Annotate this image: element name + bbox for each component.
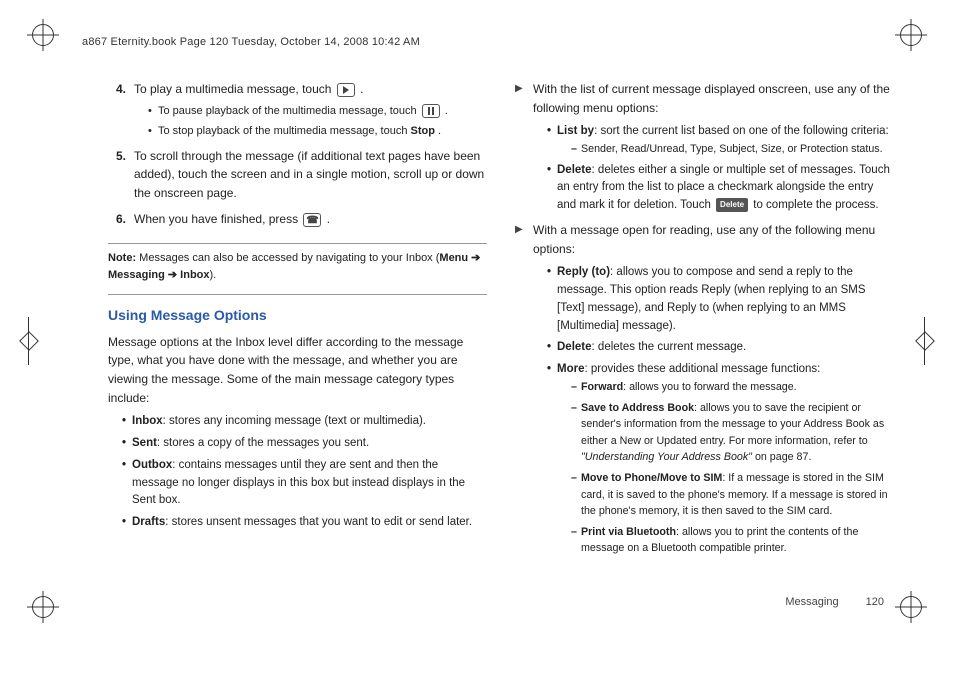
registration-mark-icon [32,596,54,618]
footer-section: Messaging [785,596,838,608]
procedure-intro: With a message open for reading, use any… [533,221,894,258]
step-number: 6. [108,210,134,233]
list-item: Delete: deletes the current message. [547,339,894,357]
content-columns: 4. To play a multimedia message, touch .… [108,80,894,612]
registration-mark-icon [900,24,922,46]
page-footer: Messaging 120 [785,596,884,608]
step-4: 4. To play a multimedia message, touch .… [108,80,487,143]
step-number: 4. [108,80,134,143]
registration-mark-icon [32,24,54,46]
procedure-block: With the list of current message display… [515,80,894,215]
step-6: 6. When you have finished, press . [108,210,487,233]
registration-mark-icon [900,596,922,618]
page: a867 Eternity.book Page 120 Tuesday, Oct… [0,0,954,682]
list-item: Sent: stores a copy of the messages you … [122,435,487,453]
list-item: Reply (to): allows you to compose and se… [547,264,894,335]
section-intro: Message options at the Inbox level diffe… [108,333,487,407]
step-sub: To stop playback of the multimedia messa… [148,123,448,140]
step-sub: To pause playback of the multimedia mess… [148,103,448,120]
step-text: When you have finished, press . [134,210,330,229]
section-heading: Using Message Options [108,305,487,327]
step-5: 5. To scroll through the message (if add… [108,147,487,207]
delete-button-icon: Delete [716,198,748,212]
play-icon [337,83,355,97]
list-item: Delete: deletes either a single or multi… [547,162,894,215]
list-item: Drafts: stores unsent messages that you … [122,514,487,532]
page-header-meta: a867 Eternity.book Page 120 Tuesday, Oct… [82,36,420,48]
step-text: To play a multimedia message, touch . [134,80,448,99]
list-item: More: provides these additional message … [547,361,894,557]
list-item: Inbox: stores any incoming message (text… [122,413,487,431]
list-subitem: Move to Phone/Move to SIM: If a message … [571,470,894,520]
crop-guide-icon [22,317,36,365]
list-item: List by: sort the current list based on … [547,123,894,157]
left-column: 4. To play a multimedia message, touch .… [108,80,487,612]
procedure-intro: With the list of current message display… [533,80,894,117]
divider [108,243,487,244]
pause-icon [422,104,440,118]
note: Note: Messages can also be accessed by n… [108,250,487,284]
step-text: To scroll through the message (if additi… [134,147,487,203]
crop-guide-icon [918,317,932,365]
end-call-icon [303,213,321,227]
note-label: Note: [108,252,136,264]
procedure-block: With a message open for reading, use any… [515,221,894,557]
right-column: With the list of current message display… [515,80,894,612]
list-subitem: Print via Bluetooth: allows you to print… [571,524,894,557]
list-subitem: Forward: allows you to forward the messa… [571,379,894,396]
list-item: Outbox: contains messages until they are… [122,457,487,510]
list-subitem: Save to Address Book: allows you to save… [571,400,894,466]
category-list: Inbox: stores any incoming message (text… [108,413,487,532]
divider [108,294,487,295]
list-subitem: Sender, Read/Unread, Type, Subject, Size… [571,141,894,158]
footer-page-number: 120 [866,596,884,608]
step-number: 5. [108,147,134,207]
